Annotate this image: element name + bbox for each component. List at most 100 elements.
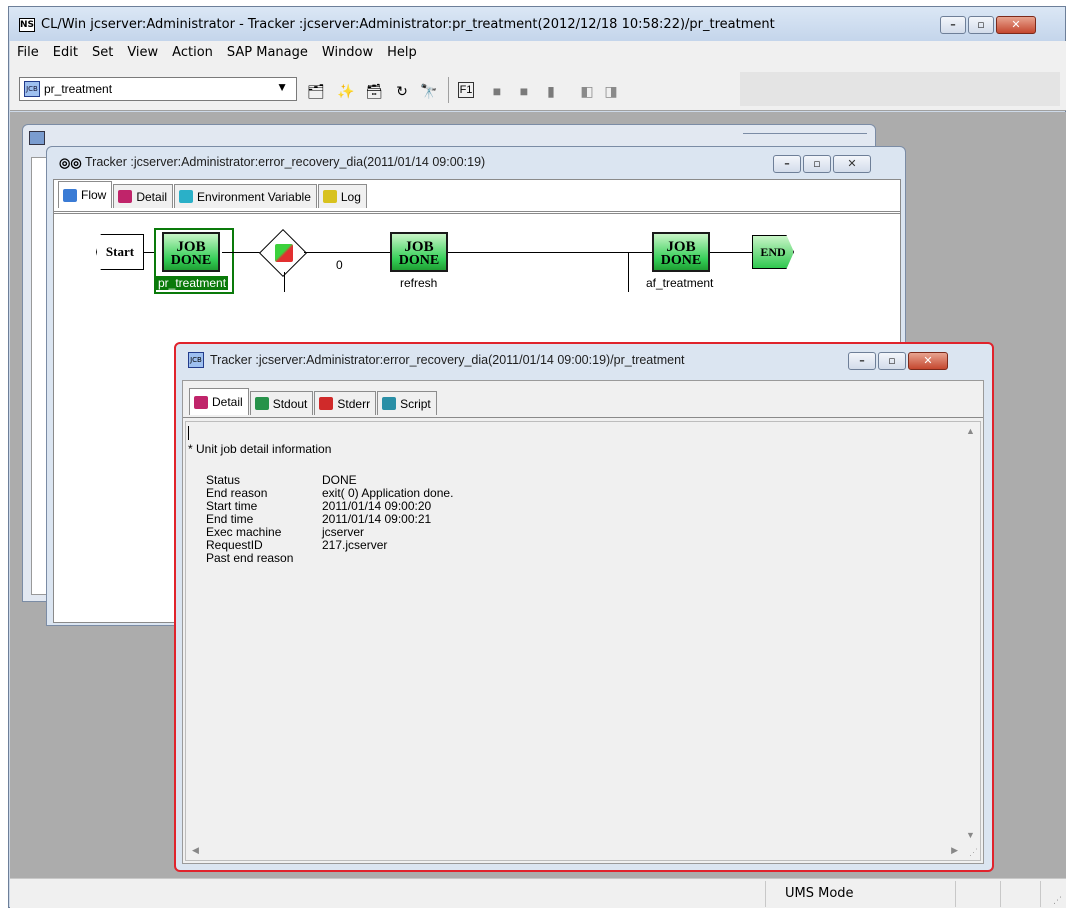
- help-icon[interactable]: F1: [458, 82, 474, 98]
- folder-icon[interactable]: ■: [488, 82, 506, 100]
- scroll-right-icon[interactable]: ▶: [951, 845, 958, 856]
- job-detail-body: Detail Stdout Stderr Script * Unit job d…: [182, 380, 984, 864]
- tab-label: Detail: [136, 189, 168, 204]
- flow-end[interactable]: END: [752, 235, 794, 269]
- scroll-down-icon[interactable]: ▼: [966, 830, 975, 840]
- menu-edit[interactable]: Edit: [46, 45, 85, 60]
- job-close-button[interactable]: ✕: [908, 352, 948, 370]
- maximize-button[interactable]: ▫: [968, 16, 994, 34]
- branch-label: 0: [336, 258, 343, 272]
- detail-row: Past end reason: [206, 551, 294, 565]
- scroll-left-icon[interactable]: ◀: [192, 845, 199, 856]
- minimize-icon: –: [950, 18, 956, 31]
- open-icon[interactable]: 🗂: [307, 82, 325, 100]
- maximize-icon: ▫: [813, 157, 821, 170]
- mdi-client-area: ◎◎ Tracker :jcserver:Administrator:error…: [10, 112, 1066, 878]
- detail-list: Status DONE End reason exit( 0) Applicatio…: [206, 474, 453, 565]
- job-node-pr-treatment[interactable]: JOB DONE: [162, 232, 220, 272]
- menu-help[interactable]: Help: [380, 45, 424, 60]
- properties-icon[interactable]: 🗃: [365, 82, 383, 100]
- app-logo-icon: NS: [19, 18, 35, 32]
- tab-detail[interactable]: Detail: [189, 388, 249, 415]
- tab-script[interactable]: Script: [377, 391, 437, 415]
- flow-start[interactable]: Start: [96, 234, 144, 270]
- status-mode: UMS Mode: [785, 886, 854, 901]
- notebook-icon: [179, 190, 194, 203]
- detail-heading: * Unit job detail information: [188, 442, 332, 456]
- tracker-title-bar[interactable]: ◎◎ Tracker :jcserver:Administrator:error…: [47, 147, 905, 177]
- notebook-icon: [319, 397, 334, 410]
- chevron-down-icon[interactable]: ▼: [276, 80, 288, 94]
- tab-stderr[interactable]: Stderr: [314, 391, 377, 415]
- minimize-icon: –: [859, 354, 865, 367]
- explorer-icon: [29, 131, 45, 145]
- close-icon: ✕: [847, 157, 857, 170]
- wizard-icon[interactable]: ✨: [337, 82, 355, 100]
- toolbar: JCB pr_treatment ▼ 🗂 ✨ 🗃 ↻ 🔭 F1 ■ ■ ▮ ◧ …: [10, 63, 1066, 111]
- refresh-icon[interactable]: ↻: [393, 82, 411, 100]
- tab-environment-variable[interactable]: Environment Variable: [174, 184, 317, 208]
- menu-file[interactable]: File: [10, 45, 46, 60]
- tab-flow[interactable]: Flow: [58, 181, 113, 208]
- branch-arrow-icon: [275, 244, 293, 262]
- tab-label: Script: [400, 396, 431, 411]
- close-button[interactable]: ✕: [996, 16, 1036, 34]
- menu-sap-manage[interactable]: SAP Manage: [220, 45, 315, 60]
- tab-label: Environment Variable: [197, 189, 311, 204]
- scroll-up-icon[interactable]: ▲: [966, 426, 975, 436]
- job-detail-title: Tracker :jcserver:Administrator:error_re…: [210, 353, 685, 367]
- copy-icon[interactable]: ◧: [578, 82, 596, 100]
- flow-icon: [63, 188, 77, 202]
- resize-grip-icon[interactable]: ⋰: [1053, 896, 1062, 906]
- close-icon: ✕: [1011, 18, 1021, 31]
- menu-set[interactable]: Set: [85, 45, 120, 60]
- job-label-refresh: refresh: [400, 276, 438, 290]
- horizontal-scrollbar[interactable]: ◀ ▶: [186, 842, 964, 860]
- job-minimize-button[interactable]: –: [848, 352, 876, 370]
- notebook-icon: [194, 395, 208, 409]
- maximize-icon: ▫: [977, 18, 985, 31]
- status-bar: UMS Mode ⋰: [10, 878, 1066, 908]
- close-icon: ✕: [923, 354, 933, 367]
- tab-detail[interactable]: Detail: [113, 184, 174, 208]
- notebook-icon: [322, 190, 337, 203]
- tracker-minimize-button[interactable]: –: [773, 155, 801, 173]
- resize-grip-icon[interactable]: ⋰: [969, 847, 978, 858]
- main-window: NS CL/Win jcserver:Administrator - Track…: [8, 6, 1066, 908]
- tab-label: Flow: [81, 188, 107, 202]
- window-title: CL/Win jcserver:Administrator - Tracker …: [41, 17, 775, 32]
- tab-log[interactable]: Log: [317, 184, 367, 208]
- menu-action[interactable]: Action: [165, 45, 220, 60]
- combo-value: pr_treatment: [44, 82, 113, 96]
- job-detail-tabs: Detail Stdout Stderr Script: [189, 388, 438, 415]
- minimize-button[interactable]: –: [940, 16, 966, 34]
- job-label-af-treatment: af_treatment: [646, 276, 714, 290]
- tracker-close-button[interactable]: ✕: [833, 155, 871, 173]
- paste-icon[interactable]: ◨: [602, 82, 620, 100]
- tab-label: Detail: [212, 395, 243, 409]
- folders-icon[interactable]: ■: [515, 82, 533, 100]
- menu-view[interactable]: View: [120, 45, 165, 60]
- jcb-icon: JCB: [188, 352, 204, 368]
- search-icon[interactable]: 🔭: [420, 82, 438, 100]
- main-title-bar[interactable]: NS CL/Win jcserver:Administrator - Track…: [9, 7, 1065, 41]
- notebook-icon: [118, 190, 133, 203]
- tracker-icon: ◎◎: [59, 155, 82, 170]
- toolbar-empty-area: [740, 72, 1060, 106]
- menu-bar: File Edit Set View Action SAP Manage Win…: [10, 41, 1066, 63]
- job-detail-window[interactable]: JCB Tracker :jcserver:Administrator:erro…: [174, 342, 994, 872]
- notebook-icon: [382, 397, 397, 410]
- vertical-scrollbar[interactable]: ▲ ▼: [962, 422, 980, 844]
- job-node-af-treatment[interactable]: JOB DONE: [652, 232, 710, 272]
- job-node-refresh[interactable]: JOB DONE: [390, 232, 448, 272]
- tracker-maximize-button[interactable]: ▫: [803, 155, 831, 173]
- detail-text-area[interactable]: * Unit job detail information Status DONE…: [185, 421, 981, 861]
- tab-stdout[interactable]: Stdout: [249, 391, 314, 415]
- menu-window[interactable]: Window: [315, 45, 380, 60]
- job-label-pr-treatment: pr_treatment: [156, 276, 229, 290]
- job-detail-title-bar[interactable]: JCB Tracker :jcserver:Administrator:erro…: [176, 344, 992, 374]
- job-maximize-button[interactable]: ▫: [878, 352, 906, 370]
- minimize-icon: –: [784, 157, 790, 170]
- document-icon[interactable]: ▮: [542, 82, 560, 100]
- unit-combo-box[interactable]: JCB pr_treatment ▼: [19, 77, 297, 101]
